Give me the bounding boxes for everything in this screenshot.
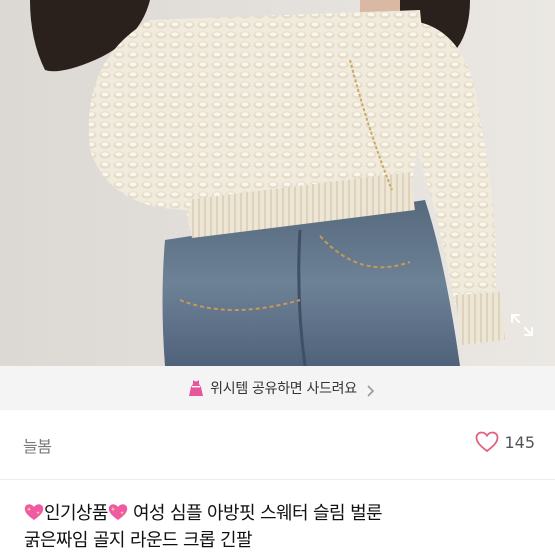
sparkling-heart-icon: [108, 502, 128, 520]
title-line-2: 굵은짜임 골지 라운드 크롭 긴팔: [24, 530, 253, 551]
badge-text: 인기상품: [44, 503, 108, 524]
expand-icon[interactable]: [509, 312, 535, 338]
product-photo[interactable]: [0, 0, 555, 366]
divider: [0, 479, 555, 480]
like-count: 145: [504, 432, 535, 452]
heart-outline-icon: [475, 431, 499, 453]
like-button[interactable]: 145: [475, 431, 535, 453]
sparkling-heart-icon: [24, 502, 44, 520]
dress-icon: [188, 379, 204, 397]
wish-share-banner[interactable]: 위시템 공유하면 사드려요: [0, 366, 555, 410]
seller-row: 늘봄 145: [0, 410, 555, 480]
product-photo-illustration: [0, 0, 555, 366]
chevron-right-icon: [365, 382, 375, 397]
title-line-1: 여성 심플 아방핏 스웨터 슬림 벌룬: [132, 503, 383, 524]
product-title: 인기상품 여성 심플 아방핏 스웨터 슬림 벌룬 굵은짜임 골지 라운드 크롭 …: [24, 500, 534, 554]
wish-banner-text: 위시템 공유하면 사드려요: [210, 381, 357, 397]
seller-name[interactable]: 늘봄: [23, 433, 52, 457]
